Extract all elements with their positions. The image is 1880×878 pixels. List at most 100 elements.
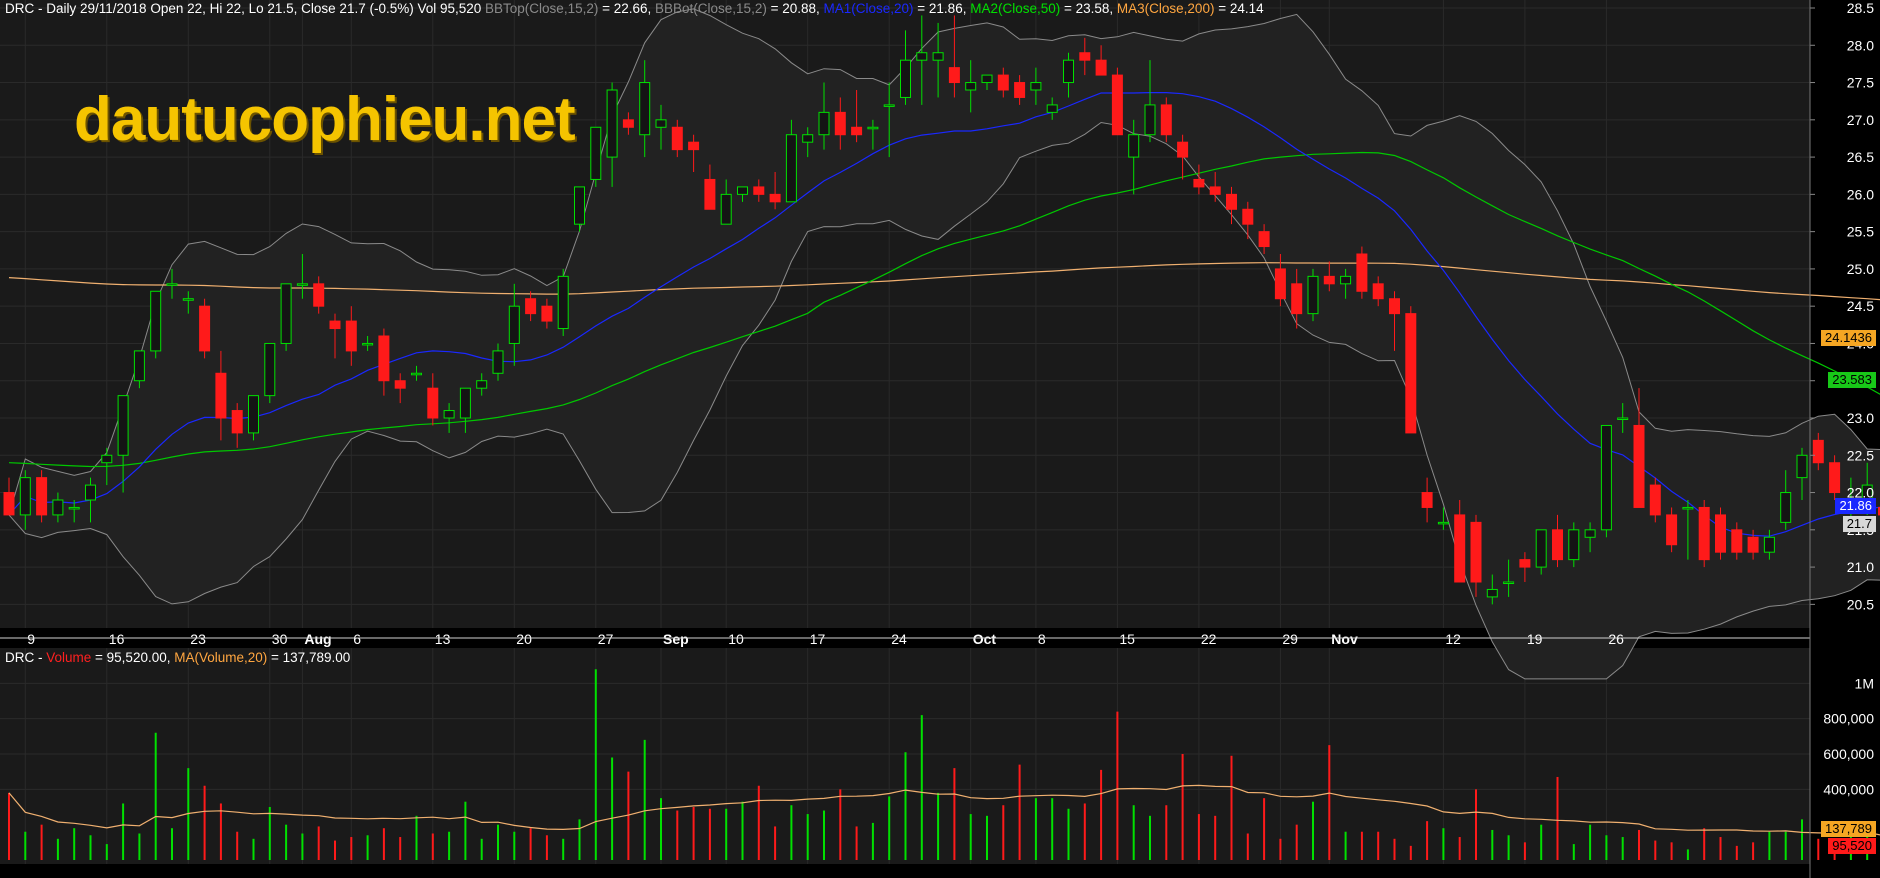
x-tick-label: 30: [272, 631, 288, 647]
candle-body: [737, 186, 748, 195]
candle-body: [965, 82, 977, 91]
price-tick-label: 26.0: [1847, 186, 1874, 202]
candle-body: [166, 283, 178, 286]
price-tick-label: 27.5: [1847, 75, 1874, 91]
x-tick-label: 13: [435, 631, 451, 647]
candle-body: [101, 454, 113, 464]
bbtop-label: BBTop(Close,15,2): [485, 1, 599, 16]
candle-body: [1437, 521, 1449, 525]
ma2-price-tag: 23.583: [1828, 372, 1876, 388]
price-tick-label: 28.5: [1847, 0, 1874, 16]
candle-body: [785, 134, 797, 203]
candle-body: [1258, 231, 1270, 248]
ma2-value: = 23.58,: [1060, 1, 1117, 16]
candle-body: [883, 104, 895, 107]
candle-body: [459, 387, 471, 419]
volume-header: DRC - Volume = 95,520.00, MA(Volume,20) …: [5, 650, 350, 665]
candle-body: [1552, 529, 1563, 561]
bbbot-value: = 20.88,: [766, 1, 824, 16]
candle-body: [688, 141, 700, 151]
candle-body: [948, 67, 960, 84]
candle-body: [1014, 82, 1026, 98]
x-tick-label: Oct: [973, 631, 997, 647]
ma3-label: MA3(Close,200): [1116, 1, 1215, 16]
x-tick-label: 22: [1201, 631, 1217, 647]
candle-body: [1046, 104, 1058, 113]
candle-body: [1747, 536, 1759, 553]
candle-body: [476, 380, 488, 389]
candle-body: [52, 499, 64, 516]
candle-body: [1666, 514, 1678, 546]
candle-body: [525, 298, 537, 315]
candle-body: [541, 305, 553, 322]
candle-body: [622, 119, 634, 128]
ma3-price-tag: 24.1436: [1821, 330, 1876, 346]
candle-body: [1177, 141, 1189, 158]
candle-body: [606, 89, 618, 158]
candle-body: [1144, 104, 1156, 136]
candle-body: [1649, 484, 1661, 516]
ma1-value: = 21.86,: [913, 1, 971, 16]
volume-ma-label: MA(Volume,20): [174, 650, 268, 665]
candle-body: [1535, 529, 1547, 568]
candle-body: [818, 111, 830, 136]
x-tick-label: 8: [1038, 631, 1046, 647]
price-tick-label: 26.5: [1847, 149, 1874, 165]
watermark-logo: dautucophieu.net: [74, 85, 576, 154]
candle-body: [3, 492, 15, 516]
candle-body: [280, 283, 292, 344]
x-tick-label: 19: [1527, 631, 1543, 647]
candle-body: [1486, 588, 1498, 598]
volume-label: Volume: [46, 650, 92, 665]
volume-ma-value: = 137,789.00: [267, 650, 351, 665]
candle-body: [769, 193, 781, 203]
candle-body: [1796, 454, 1808, 479]
candle-body: [1568, 529, 1580, 561]
volume-tick-label: 800,000: [1823, 711, 1874, 727]
candle-body: [411, 372, 422, 376]
candle-body: [574, 186, 585, 225]
candle-body: [1226, 193, 1237, 210]
candle-body: [1095, 59, 1107, 76]
x-tick-label: 17: [810, 631, 826, 647]
x-tick-label: 27: [598, 631, 614, 647]
candle-body: [362, 342, 374, 346]
candle-body: [19, 477, 31, 516]
candle-body: [36, 477, 48, 516]
candle-body: [1617, 417, 1629, 420]
candle-body: [1193, 178, 1205, 188]
candle-body: [1731, 529, 1743, 553]
x-tick-label: Sep: [663, 631, 689, 647]
header-title: DRC - Daily 29/11/2018 Open 22, Hi 22, L…: [5, 1, 486, 16]
bbtop-value: = 22.66,: [598, 1, 656, 16]
price-tick-label: 21.0: [1847, 559, 1874, 575]
candle-body: [443, 410, 455, 419]
volume-header-prefix: DRC -: [5, 650, 47, 665]
candle-body: [1063, 59, 1074, 84]
candle-body: [1372, 283, 1384, 300]
candle-body: [1291, 283, 1303, 315]
candle-body: [1698, 506, 1710, 561]
price-header: DRC - Daily 29/11/2018 Open 22, Hi 22, L…: [5, 1, 1264, 16]
candle-body: [1780, 492, 1792, 523]
candle-body: [1323, 275, 1335, 285]
candle-body: [1600, 424, 1612, 531]
candle-body: [590, 126, 602, 180]
x-tick-label: 26: [1608, 631, 1624, 647]
x-tick-label: 12: [1445, 631, 1461, 647]
candle-body: [932, 52, 944, 61]
candle-body: [231, 410, 243, 434]
x-tick-label: 6: [353, 631, 361, 647]
candle-body: [492, 350, 504, 374]
x-tick-label: 24: [891, 631, 907, 647]
price-tick-label: 20.5: [1847, 596, 1874, 612]
candle-body: [851, 126, 863, 136]
candle-body: [345, 320, 357, 352]
candle-body: [199, 305, 211, 352]
candle-body: [133, 350, 145, 382]
candle-body: [1519, 559, 1531, 568]
candle-body: [378, 335, 390, 382]
ma1-label: MA1(Close,20): [823, 1, 914, 16]
candle-body: [85, 484, 96, 501]
candle-body: [1633, 424, 1645, 508]
